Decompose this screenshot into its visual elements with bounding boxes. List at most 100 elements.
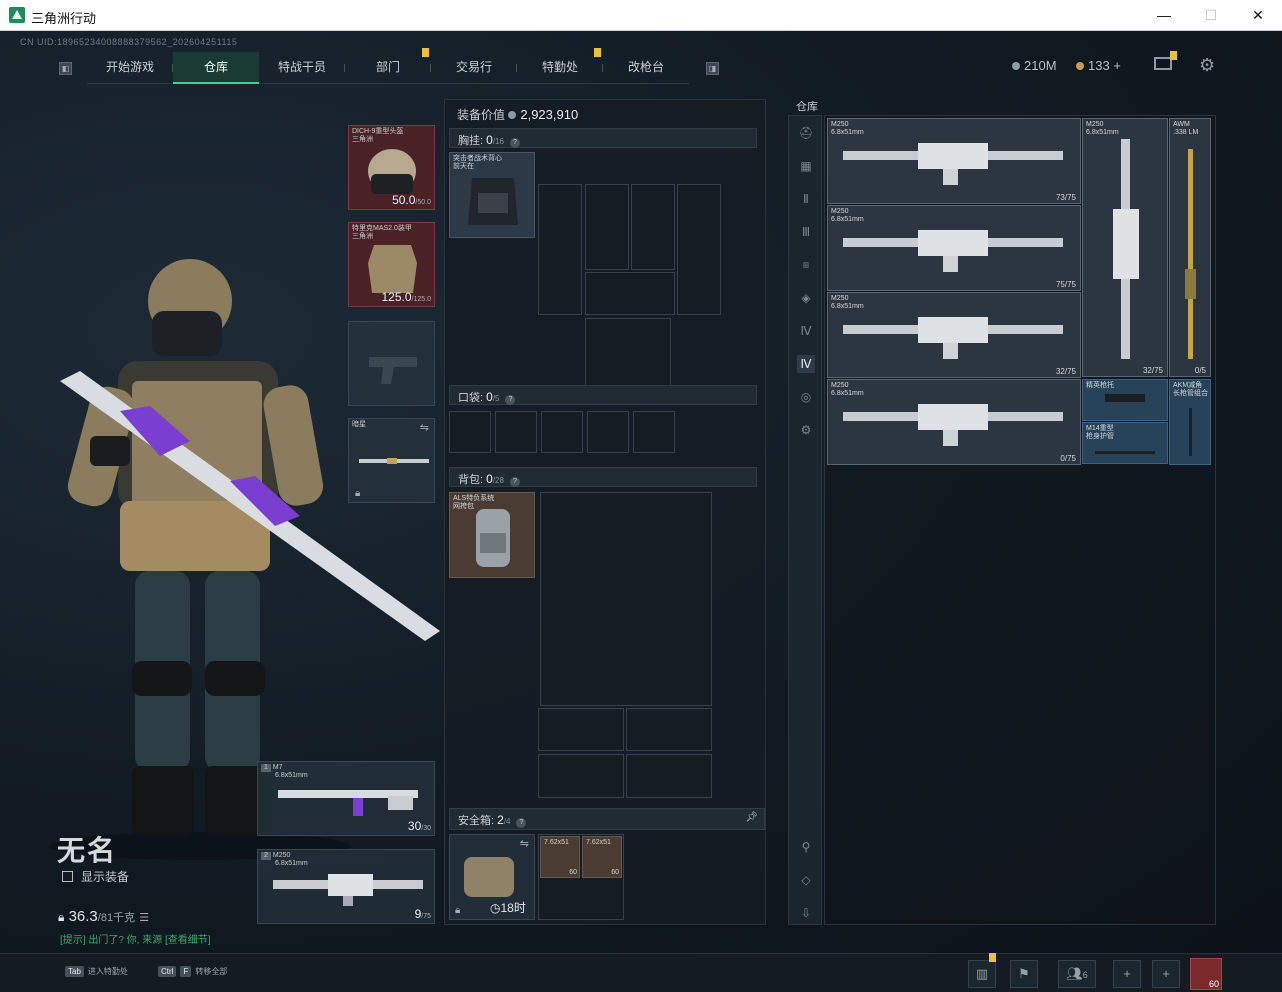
pocket-cell[interactable] (587, 411, 629, 453)
backpack-cell[interactable] (626, 754, 712, 798)
backpack-cell[interactable] (540, 492, 712, 706)
transfer-all-shortcut[interactable]: Ctrl F 转移全部 (158, 966, 227, 977)
armor-icon[interactable]: ▦ (797, 157, 815, 175)
ammo-icon[interactable]: ◎ (797, 388, 815, 406)
minimize-button[interactable]: — (1141, 0, 1187, 31)
warehouse-title: 仓库 (796, 101, 818, 113)
warehouse-weapon-item[interactable]: M250 6.8x51mm 32/75 (1082, 118, 1168, 377)
pistol-icon[interactable]: ◈ (797, 289, 815, 307)
add-teammate-button[interactable]: + (1113, 960, 1141, 988)
tab-label: 部门 (375, 60, 400, 74)
add-teammate-button[interactable]: + (1152, 960, 1180, 988)
help-icon[interactable]: ? (509, 138, 520, 148)
gold-coin-icon (1076, 62, 1084, 70)
tab-special-ops[interactable]: 特勤处 (517, 48, 603, 84)
help-icon[interactable]: ? (509, 477, 520, 487)
chest-max: /16 (492, 137, 504, 146)
friends-icon[interactable]: 👥︎6 (1058, 960, 1096, 988)
chest-cell[interactable] (677, 184, 721, 315)
pistol-slot[interactable] (348, 321, 435, 406)
rifle-icon[interactable]: Ⅱ (797, 190, 815, 208)
friends-count: 6 (1082, 970, 1088, 980)
layers-icon[interactable]: ◇ (797, 871, 815, 889)
enter-special-ops-shortcut[interactable]: Tab 进入特勤处 (65, 966, 128, 977)
ammo-item[interactable]: 7.62x51 60 (582, 836, 622, 878)
nav-left-icon[interactable]: ◧ (59, 62, 72, 75)
warehouse-attachment-item[interactable]: AKM减角 长枪管组合 (1169, 379, 1211, 465)
safebox-cell[interactable]: 7.62x51 60 7.62x51 60 (538, 834, 624, 920)
pocket-cell[interactable] (449, 411, 491, 453)
flag-icon[interactable]: ⚑ (1010, 960, 1038, 988)
smg-icon[interactable]: Ⅲ (797, 223, 815, 241)
item-caliber: 枪身护管 (1086, 433, 1114, 440)
pistol-icon (369, 357, 417, 384)
melee-slot[interactable]: 暗星 ⇋ 🔒︎ (348, 418, 435, 503)
rifle2-icon[interactable]: Ⅳ (797, 322, 815, 340)
armor-slot[interactable]: 特里克MAS2.0装甲 三角洲 125.0/125.0 (348, 222, 435, 307)
gold-add-button[interactable]: + (1113, 58, 1121, 73)
chest-cell[interactable] (585, 272, 675, 315)
chest-cell[interactable] (631, 184, 675, 270)
help-icon[interactable]: ? (505, 395, 516, 405)
warehouse-attachment-item[interactable]: 精英枪托 (1082, 379, 1168, 421)
backpack-cell[interactable] (538, 754, 624, 798)
tab-department[interactable]: 部门 (345, 48, 431, 84)
primary-ammo: 30 (407, 819, 422, 833)
hint-text[interactable]: [提示] 出门了? 你, 来源 [查看细节] (60, 931, 211, 946)
chest-cell[interactable] (538, 184, 582, 315)
help-icon[interactable]: ? (516, 818, 527, 828)
ammo-item[interactable]: 7.62x51 60 (540, 836, 580, 878)
player-avatar[interactable]: 60 (1190, 958, 1222, 990)
stats-icon[interactable]: ▥ (968, 953, 996, 988)
backpack-item[interactable]: ALS特负系统 网挎包 (449, 492, 535, 578)
safebox-slot[interactable]: ⇋ 🔒︎ ◷18时 (449, 834, 535, 920)
list-icon[interactable]: ☰ (139, 912, 149, 924)
equipment-value: 装备价值 2,923,910 (445, 100, 767, 122)
secondary-index: 2 (261, 852, 271, 860)
warehouse-attachment-item[interactable]: M14重型 枪身护管 (1082, 422, 1168, 464)
search-icon[interactable]: ⚲ (797, 838, 815, 856)
warehouse-weapon-item[interactable]: M250 6.8x51mm 75/75 (827, 205, 1081, 291)
helmet-slot[interactable]: DICH-9重型头盔 三角洲 50.0/50.0 (348, 125, 435, 210)
tab-start-game[interactable]: 开始游戏 (87, 52, 173, 84)
pocket-cell[interactable] (495, 411, 537, 453)
show-equipment-toggle[interactable]: 显示装备 (62, 868, 129, 885)
item-caliber: 6.8x51mm (1086, 129, 1119, 136)
backpack-cell[interactable] (626, 708, 712, 751)
helmet-icon[interactable]: ⛑ (797, 124, 815, 142)
pin-icon[interactable]: 📌︎ (745, 812, 758, 823)
gold-currency[interactable]: 133 + (1076, 58, 1121, 73)
backpack-header: 背包: 0/28? (449, 467, 757, 487)
warehouse-weapon-item[interactable]: M250 6.8x51mm 73/75 (827, 118, 1081, 204)
sort-icon[interactable]: ⇩ (797, 904, 815, 922)
close-button[interactable]: ✕ (1235, 0, 1281, 31)
silver-coin-icon (1012, 62, 1020, 70)
secondary-weapon-slot[interactable]: 2 M250 6.8x51mm 9/75 (257, 849, 435, 924)
pocket-cell[interactable] (633, 411, 675, 453)
settings-icon[interactable]: ⚙ (797, 421, 815, 439)
armor-name: 特里克MAS2.0装甲 (352, 225, 412, 232)
mail-icon[interactable] (1154, 51, 1177, 70)
nav-right-icon[interactable]: ◨ (706, 62, 719, 75)
warehouse-weapon-item[interactable]: M250 6.8x51mm 0/75 (827, 379, 1081, 465)
maximize-button[interactable]: ☐ (1188, 0, 1234, 31)
tab-market[interactable]: 交易行 (431, 52, 517, 84)
warehouse-weapon-item[interactable]: AWM .338 LM 0/5 (1169, 118, 1211, 377)
shotgun-icon[interactable]: ≡ (797, 256, 815, 274)
item-caliber: .338 LM (1173, 129, 1199, 136)
swap-icon[interactable]: ⇋ (420, 421, 429, 434)
sniper-icon[interactable]: Ⅳ (797, 355, 815, 373)
warehouse-weapon-item[interactable]: M250 6.8x51mm 32/75 (827, 292, 1081, 378)
tab-operators[interactable]: 特战干员 (259, 52, 345, 84)
pocket-cell[interactable] (541, 411, 583, 453)
settings-gear-icon[interactable]: ⚙ (1199, 55, 1215, 76)
tab-gunsmith[interactable]: 改枪台 (603, 52, 689, 84)
chest-cell[interactable] (585, 184, 629, 270)
tab-warehouse[interactable]: 仓库 (173, 52, 259, 84)
checkbox-icon[interactable] (62, 871, 73, 882)
chest-rig-item[interactable]: 突击者战术背心 前天在 (449, 152, 535, 238)
swap-icon[interactable]: ⇋ (520, 837, 529, 850)
machine-gun-icon (843, 317, 1063, 359)
primary-weapon-slot[interactable]: 1 M7 6.8x51mm 30/30 (257, 761, 435, 836)
backpack-cell[interactable] (538, 708, 624, 751)
